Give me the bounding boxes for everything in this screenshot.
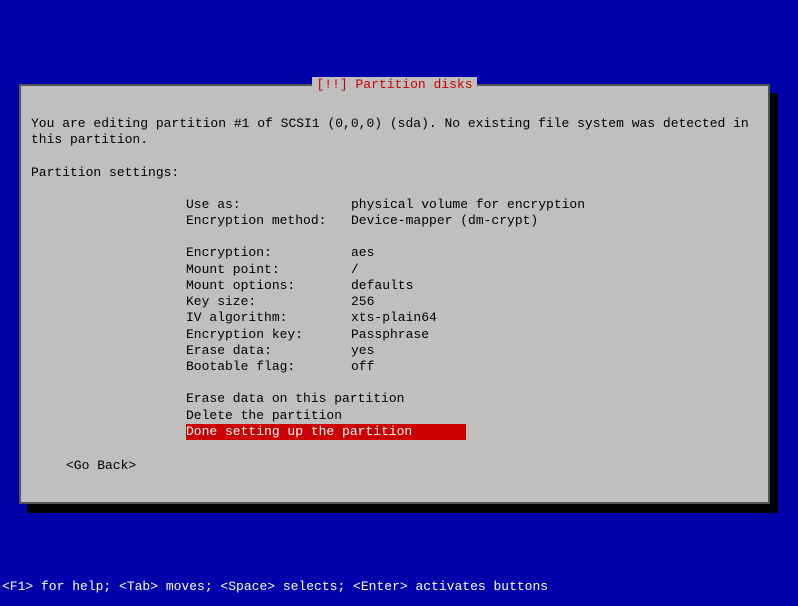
setting-value: physical volume for encryption — [351, 197, 585, 213]
setting-label: Encryption method: — [186, 213, 351, 229]
setting-encryption-key[interactable]: Encryption key: Passphrase — [186, 327, 758, 343]
setting-label: Erase data: — [186, 343, 351, 359]
setting-value: Device-mapper (dm-crypt) — [351, 213, 538, 229]
dialog-title: [!!] Partition disks — [312, 77, 476, 92]
setting-value: Passphrase — [351, 327, 429, 343]
setting-value: 256 — [351, 294, 374, 310]
dialog-title-bar: [!!] Partition disks — [21, 77, 768, 92]
setting-value: / — [351, 262, 359, 278]
setting-label: Encryption key: — [186, 327, 351, 343]
help-bar: <F1> for help; <Tab> moves; <Space> sele… — [2, 579, 548, 594]
action-erase-data[interactable]: Erase data on this partition — [186, 391, 758, 407]
setting-mount-point[interactable]: Mount point: / — [186, 262, 758, 278]
setting-value: off — [351, 359, 374, 375]
action-delete-partition[interactable]: Delete the partition — [186, 408, 758, 424]
setting-bootable-flag[interactable]: Bootable flag: off — [186, 359, 758, 375]
action-done-setting-up[interactable]: Done setting up the partition — [186, 424, 466, 440]
settings-group-2: Encryption: aes Mount point: / Mount opt… — [186, 245, 758, 375]
setting-encryption-method[interactable]: Encryption method: Device-mapper (dm-cry… — [186, 213, 758, 229]
setting-value: xts-plain64 — [351, 310, 437, 326]
section-header: Partition settings: — [31, 165, 758, 181]
setting-use-as[interactable]: Use as: physical volume for encryption — [186, 197, 758, 213]
setting-mount-options[interactable]: Mount options: defaults — [186, 278, 758, 294]
setting-label: IV algorithm: — [186, 310, 351, 326]
setting-key-size[interactable]: Key size: 256 — [186, 294, 758, 310]
settings-group-1: Use as: physical volume for encryption E… — [186, 197, 758, 230]
setting-label: Encryption: — [186, 245, 351, 261]
dialog-content: You are editing partition #1 of SCSI1 (0… — [21, 86, 768, 484]
setting-label: Bootable flag: — [186, 359, 351, 375]
intro-text: You are editing partition #1 of SCSI1 (0… — [31, 116, 758, 149]
actions-list: Erase data on this partition Delete the … — [186, 391, 758, 440]
setting-label: Mount options: — [186, 278, 351, 294]
setting-encryption[interactable]: Encryption: aes — [186, 245, 758, 261]
setting-value: yes — [351, 343, 374, 359]
setting-label: Use as: — [186, 197, 351, 213]
setting-label: Key size: — [186, 294, 351, 310]
setting-label: Mount point: — [186, 262, 351, 278]
partition-dialog: [!!] Partition disks You are editing par… — [19, 84, 770, 504]
setting-value: defaults — [351, 278, 413, 294]
setting-erase-data[interactable]: Erase data: yes — [186, 343, 758, 359]
go-back-button[interactable]: <Go Back> — [66, 458, 136, 474]
setting-iv-algorithm[interactable]: IV algorithm: xts-plain64 — [186, 310, 758, 326]
setting-value: aes — [351, 245, 374, 261]
